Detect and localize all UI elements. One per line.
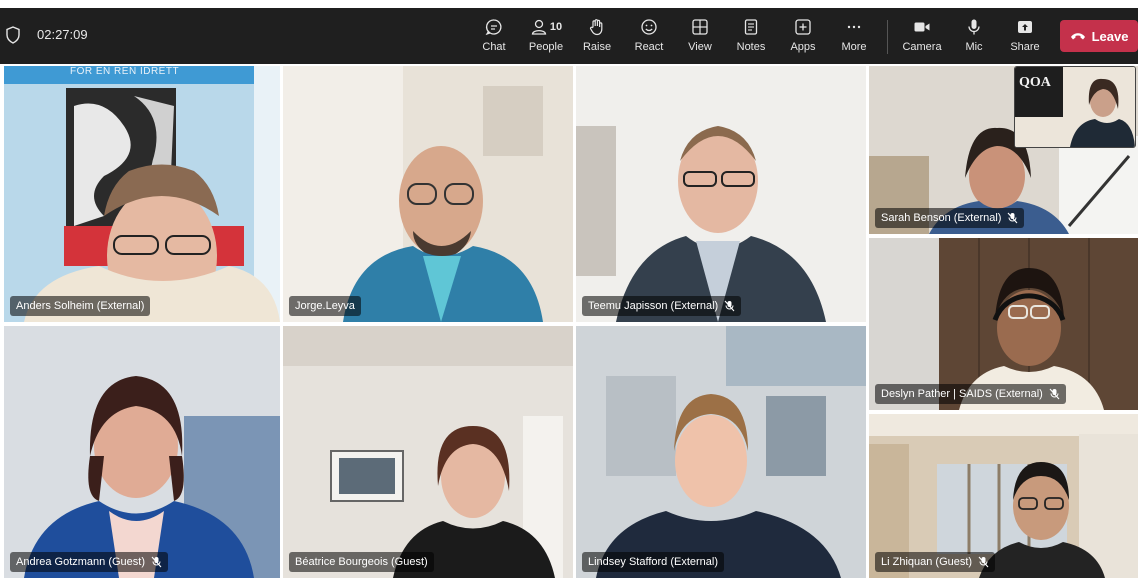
chat-icon — [485, 19, 502, 36]
camera-button[interactable]: Camera — [900, 16, 944, 60]
video-tile-jorge-leyva[interactable]: Jorge.Leyva — [283, 66, 573, 322]
video-tile-deslyn-pather[interactable]: Deslyn Pather | SAIDS (External) — [869, 238, 1138, 410]
leave-label: Leave — [1091, 28, 1129, 44]
self-view-video[interactable]: QOA — [1014, 66, 1136, 148]
video-tile-lindsey-stafford[interactable]: Lindsey Stafford (External) — [576, 326, 866, 578]
mic-label: Mic — [965, 41, 983, 53]
video-tile-andrea-gotzmann[interactable]: Andrea Gotzmann (Guest) — [4, 326, 280, 578]
video-tile-teemu-japisson[interactable]: Teemu Japisson (External) — [576, 66, 866, 322]
more-button[interactable]: More — [832, 16, 876, 60]
participant-name: Jorge.Leyva — [295, 300, 355, 312]
hand-icon — [589, 19, 603, 36]
participant-name: Andrea Gotzmann (Guest) — [16, 556, 146, 568]
self-view-logo: QOA — [1019, 75, 1051, 90]
add-app-icon — [795, 19, 811, 35]
participant-name-tag: Anders Solheim (External) — [10, 296, 151, 316]
react-button[interactable]: React — [627, 16, 671, 60]
participant-name-tag: Sarah Benson (External) — [875, 208, 1025, 228]
meeting-timer: 02:27:09 — [37, 27, 88, 42]
more-dots-icon — [847, 25, 861, 29]
camera-label: Camera — [902, 41, 942, 53]
participant-name: Teemu Japisson (External) — [588, 300, 719, 312]
share-label: Share — [1010, 41, 1040, 53]
leave-button[interactable]: Leave — [1060, 20, 1138, 52]
participant-name: Li Zhiquan (Guest) — [881, 556, 973, 568]
people-label: People — [528, 41, 564, 53]
apps-button[interactable]: Apps — [781, 16, 825, 60]
video-tile-beatrice-bourgeois[interactable]: Béatrice Bourgeois (Guest) — [283, 326, 573, 578]
mic-off-icon — [151, 556, 162, 568]
share-button[interactable]: Share — [1003, 16, 1047, 60]
grid-view-icon — [692, 19, 708, 35]
participant-name-tag: Teemu Japisson (External) — [582, 296, 742, 316]
mic-button[interactable]: Mic — [952, 16, 996, 60]
participant-name: Lindsey Stafford (External) — [588, 556, 719, 568]
participant-name: Anders Solheim (External) — [16, 300, 145, 312]
participant-video — [576, 326, 866, 578]
raise-hand-button[interactable]: Raise — [575, 16, 619, 60]
notes-icon — [744, 19, 758, 35]
video-tile-li-zhiquan[interactable]: Li Zhiquan (Guest) — [869, 414, 1138, 578]
people-count: 10 — [549, 21, 563, 33]
participant-name-tag: Li Zhiquan (Guest) — [875, 552, 996, 572]
video-camera-icon — [914, 22, 930, 32]
microphone-icon — [968, 19, 980, 35]
mic-off-icon — [724, 300, 735, 312]
more-label: More — [841, 41, 867, 53]
mic-off-icon — [978, 556, 989, 568]
participant-name: Béatrice Bourgeois (Guest) — [295, 556, 428, 568]
apps-label: Apps — [790, 41, 816, 53]
notes-label: Notes — [736, 41, 766, 53]
shield-icon — [6, 26, 20, 44]
participant-name-tag: Lindsey Stafford (External) — [582, 552, 725, 572]
raise-label: Raise — [582, 41, 612, 53]
participant-name-tag: Andrea Gotzmann (Guest) — [10, 552, 169, 572]
participant-name: Sarah Benson (External) — [881, 212, 1002, 224]
participant-video — [576, 66, 866, 322]
chat-button[interactable]: Chat — [472, 16, 516, 60]
notes-button[interactable]: Notes — [729, 16, 773, 60]
meeting-toolbar: 02:27:09 Chat 10 People Raise React View… — [0, 8, 1138, 64]
participant-video — [4, 326, 280, 578]
hang-up-icon — [1070, 33, 1085, 40]
participant-name-tag: Jorge.Leyva — [289, 296, 361, 316]
participant-video — [283, 66, 573, 322]
toolbar-divider — [887, 20, 888, 54]
chat-label: Chat — [482, 41, 506, 53]
background-banner-text: FOR EN REN IDRETT — [70, 66, 180, 77]
mic-off-icon — [1049, 388, 1060, 400]
participant-name-tag: Béatrice Bourgeois (Guest) — [289, 552, 434, 572]
react-label: React — [634, 41, 664, 53]
people-button[interactable]: 10 People — [524, 16, 568, 60]
participant-video — [4, 66, 280, 322]
view-label: View — [688, 41, 712, 53]
share-screen-icon — [1018, 21, 1032, 33]
mic-off-icon — [1008, 212, 1018, 224]
view-button[interactable]: View — [678, 16, 722, 60]
participant-name: Deslyn Pather | SAIDS (External) — [881, 388, 1043, 400]
participant-video — [283, 326, 573, 578]
video-tile-anders-solheim[interactable]: Anders Solheim (External) — [4, 66, 280, 322]
participant-name-tag: Deslyn Pather | SAIDS (External) — [875, 384, 1066, 404]
people-icon — [531, 19, 547, 35]
smiley-icon — [641, 19, 657, 35]
